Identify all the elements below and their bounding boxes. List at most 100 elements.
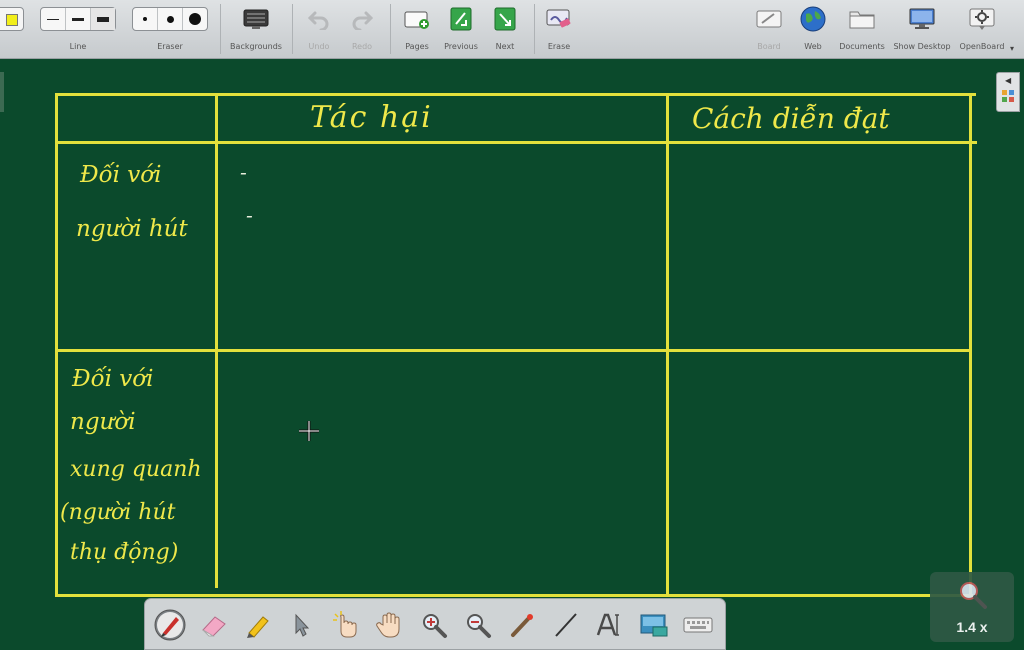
undo-button[interactable]: Undo [300, 0, 338, 58]
top-toolbar: Line Eraser Backgrounds Undo Redo Pages … [0, 0, 1024, 59]
large-eraser-option[interactable] [183, 8, 207, 30]
zoom-out-tool-button[interactable] [461, 609, 495, 641]
table-bottom-border [57, 594, 973, 597]
keyboard-tool-button[interactable] [681, 609, 715, 641]
eraser-size-group: Eraser [130, 0, 210, 58]
pointer-icon [295, 613, 310, 637]
board-button[interactable]: Board [750, 0, 788, 58]
text-tool-button[interactable] [593, 609, 627, 641]
redo-icon [349, 6, 375, 32]
pen-tool-button[interactable] [153, 609, 187, 641]
table-right-border [969, 93, 972, 597]
backgrounds-label: Backgrounds [230, 42, 282, 51]
header-tac-hai: Tác hại [310, 100, 433, 135]
toolbar-divider [292, 4, 293, 54]
zoom-in-tool-button[interactable] [417, 609, 451, 641]
redo-button[interactable]: Redo [343, 0, 381, 58]
line-width-group: Line [38, 0, 118, 58]
row1-bullet-2: - [246, 203, 253, 227]
table-top-border [55, 93, 976, 96]
backgrounds-button[interactable]: Backgrounds [226, 0, 286, 58]
monitor-icon [909, 6, 935, 32]
eraser-tool-button[interactable] [197, 609, 231, 641]
table-header-divider [55, 141, 977, 144]
eraser-label: Eraser [157, 42, 183, 51]
row2-label-line1: Đối với [72, 366, 154, 392]
library-icon [1002, 90, 1014, 102]
web-label: Web [804, 42, 822, 51]
zoom-level-label: 1.4 x [956, 619, 988, 635]
row2-label-line4: (người hút [60, 500, 176, 525]
yellow-color-swatch[interactable] [6, 14, 18, 26]
medium-line-option[interactable] [66, 8, 91, 30]
erase-label: Erase [547, 42, 571, 51]
interact-hand-icon [333, 611, 357, 638]
erase-board-icon [546, 6, 572, 32]
folder-icon [849, 6, 875, 32]
next-label: Next [495, 42, 515, 51]
text-icon [596, 613, 619, 636]
highlighter-icon [247, 616, 269, 638]
thick-line-option[interactable] [91, 8, 115, 30]
board-label: Board [757, 42, 781, 51]
whiteboard-canvas[interactable]: Tác hại Cách diễn đạt Đối với người hút … [0, 59, 1024, 650]
show-desktop-button[interactable]: Show Desktop [892, 0, 952, 58]
documents-button[interactable]: Documents [834, 0, 890, 58]
eraser-size-selector[interactable] [132, 7, 208, 31]
pages-label: Pages [405, 42, 429, 51]
line-width-selector[interactable] [40, 7, 116, 31]
documents-label: Documents [839, 42, 885, 51]
table-left-border [55, 93, 58, 597]
previous-label: Previous [444, 42, 478, 51]
library-panel-handle[interactable]: ◀ [996, 72, 1020, 112]
row1-label-line2: người hút [76, 216, 188, 242]
redo-label: Redo [351, 42, 373, 51]
medium-eraser-option[interactable] [158, 8, 183, 30]
web-button[interactable]: Web [795, 0, 831, 58]
erase-button[interactable]: Erase [540, 0, 578, 58]
openboard-label: OpenBoard [959, 42, 1005, 51]
highlighter-tool-button[interactable] [241, 609, 275, 641]
board-icon [756, 6, 782, 32]
header-cach-dien-dat: Cách diễn đạt [692, 102, 890, 135]
toolbar-menu-arrow-icon[interactable]: ▾ [1010, 44, 1014, 53]
small-eraser-option[interactable] [133, 8, 158, 30]
crosshair-cursor-icon [299, 421, 319, 441]
globe-icon [800, 6, 826, 32]
pages-button[interactable]: Pages [398, 0, 436, 58]
backgrounds-icon [243, 6, 269, 32]
magnifier-icon [960, 582, 987, 609]
left-panel-handle[interactable] [0, 72, 4, 112]
row2-label-line2: người [70, 409, 136, 435]
color-group [0, 0, 28, 58]
collapse-arrow-icon: ◀ [1005, 76, 1012, 85]
next-button[interactable]: Next [486, 0, 524, 58]
add-page-icon [404, 6, 430, 32]
hand-tool-button[interactable] [373, 609, 407, 641]
keyboard-icon [683, 617, 713, 633]
openboard-button[interactable]: OpenBoard [956, 0, 1008, 58]
table-column-divider-1 [215, 94, 218, 588]
row2-label-line3: xung quanh [70, 457, 202, 482]
capture-tool-button[interactable] [637, 609, 671, 641]
laser-pointer-icon [511, 614, 533, 637]
undo-label: Undo [308, 42, 330, 51]
interact-tool-button[interactable] [329, 609, 363, 641]
show-desktop-label: Show Desktop [893, 42, 951, 51]
zoom-indicator: 1.4 x [930, 572, 1014, 642]
table-column-divider-2 [666, 94, 669, 597]
row1-label-line1: Đối với [80, 162, 162, 188]
table-row-divider [57, 349, 972, 352]
line-tool-button[interactable] [549, 609, 583, 641]
stylus-palette [144, 598, 726, 650]
row1-bullet-1: - [240, 160, 247, 184]
row2-label-line5: thụ động) [70, 540, 179, 565]
laser-pointer-tool-button[interactable] [505, 609, 539, 641]
thin-line-option[interactable] [41, 8, 66, 30]
color-selector[interactable] [0, 7, 24, 31]
zoom-in-icon [423, 614, 447, 638]
previous-button[interactable]: Previous [441, 0, 481, 58]
selector-tool-button[interactable] [285, 609, 319, 641]
eraser-icon [202, 616, 226, 637]
line-icon [555, 613, 577, 637]
